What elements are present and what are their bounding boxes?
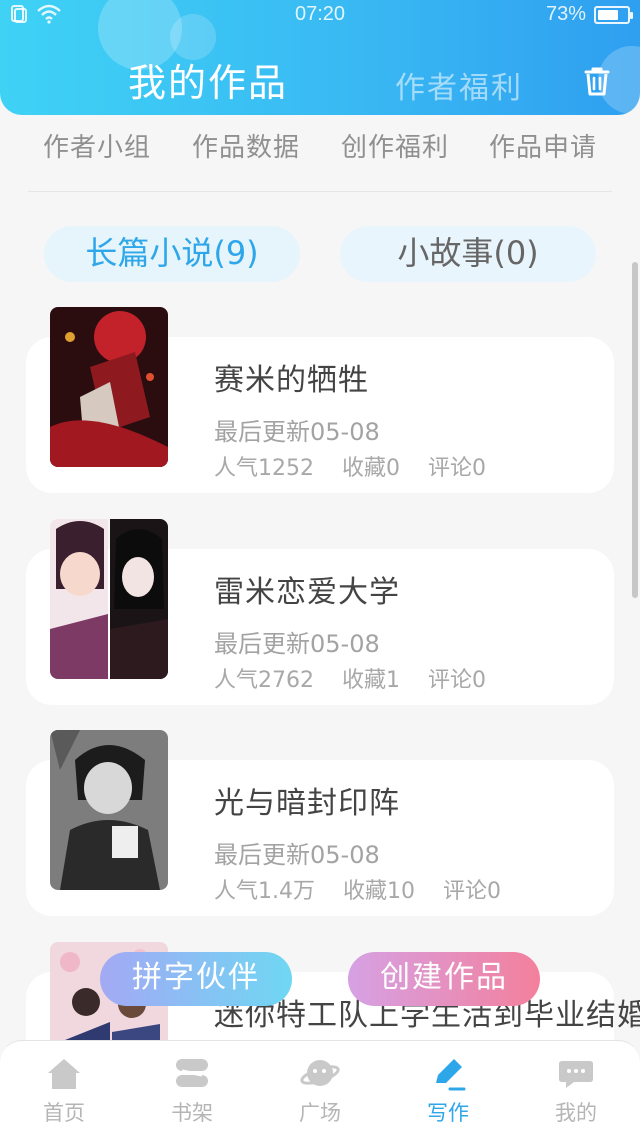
work-comments: 评论0 [428,456,486,481]
work-updated: 最后更新05-08 [214,841,380,869]
sub-nav: 作者小组 作品数据 创作福利 作品申请 [0,115,640,193]
work-item[interactable]: 雷米恋爱大学 最后更新05-08 人气2762 收藏1 评论0 [0,519,640,709]
nav-label: 写作 [427,1101,469,1125]
tab-short-story[interactable]: 小故事(0) [340,226,596,282]
work-favorites: 收藏1 [342,668,400,693]
chat-bubble-icon [559,1061,593,1088]
pen-icon [436,1059,466,1091]
battery-icon [594,5,633,24]
work-updated: 最后更新05-08 [214,630,380,658]
subnav-author-group[interactable]: 作者小组 [43,127,151,164]
book-cover[interactable] [50,519,168,679]
nav-home[interactable]: 首页 [24,1053,104,1127]
app-header: 07:20 73% 我的作品 作者福利 [0,0,640,115]
nav-bookshelf[interactable]: 书架 [152,1053,232,1127]
nav-label: 广场 [299,1101,341,1125]
nav-label: 首页 [43,1101,85,1125]
divider [28,191,612,192]
work-comments: 评论0 [428,668,486,693]
book-cover[interactable] [50,307,168,467]
trash-icon[interactable] [580,64,614,98]
home-icon [48,1059,80,1089]
work-comments: 评论0 [443,879,501,904]
subnav-work-application[interactable]: 作品申请 [489,127,597,164]
nav-mine[interactable]: 我的 [536,1053,616,1127]
work-item[interactable]: 赛米的牺牲 最后更新05-08 人气1252 收藏0 评论0 [0,307,640,497]
work-popularity: 人气2762 [214,668,314,693]
work-stats: 人气1.4万 收藏10 评论0 [214,873,501,905]
bookshelf-icon [176,1059,208,1087]
work-stats: 人气2762 收藏1 评论0 [214,662,486,694]
tab-long-novel[interactable]: 长篇小说(9) [44,226,300,282]
status-time: 07:20 [294,3,346,25]
bottom-nav: 首页 书架 广场 写作 我的 [0,1040,640,1138]
work-favorites: 收藏10 [343,879,415,904]
author-welfare-tab[interactable]: 作者福利 [395,63,523,107]
work-updated: 最后更新05-08 [214,418,380,446]
subnav-work-data[interactable]: 作品数据 [192,127,300,164]
word-partner-button[interactable]: 拼字伙伴 [100,952,292,1006]
nav-square[interactable]: 广场 [280,1053,360,1127]
work-popularity: 人气1.4万 [214,879,315,904]
book-cover[interactable] [50,730,168,890]
scrollbar[interactable] [632,262,638,598]
subnav-creation-welfare[interactable]: 创作福利 [341,127,449,164]
work-title: 雷米恋爱大学 [214,575,400,610]
work-favorites: 收藏0 [342,456,400,481]
status-bar: 07:20 73% [0,0,640,30]
work-title: 光与暗封印阵 [214,786,400,821]
battery-percent: 73% [545,3,586,25]
work-stats: 人气1252 收藏0 评论0 [214,450,486,482]
work-item[interactable]: 光与暗封印阵 最后更新05-08 人气1.4万 收藏10 评论0 [0,730,640,920]
create-work-button[interactable]: 创建作品 [348,952,540,1006]
work-title: 赛米的牺牲 [214,363,369,398]
nav-label: 书架 [171,1101,213,1125]
nav-write[interactable]: 写作 [408,1053,488,1127]
page-title[interactable]: 我的作品 [128,52,288,107]
work-popularity: 人气1252 [214,456,314,481]
planet-icon [300,1060,340,1086]
nav-label: 我的 [555,1101,597,1125]
